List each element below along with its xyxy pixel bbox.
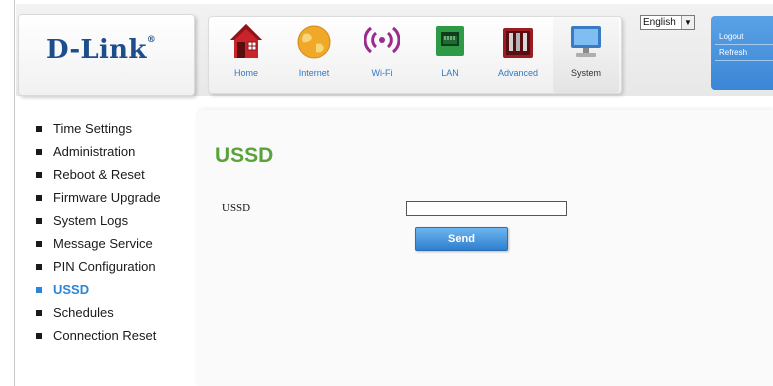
nav-system-label: System	[570, 68, 601, 78]
lan-port-icon	[436, 26, 464, 56]
nav-wifi-label: Wi-Fi	[371, 68, 393, 78]
sidebar-item-label: Administration	[53, 144, 136, 159]
computer-icon	[571, 26, 601, 57]
toolbox-icon	[503, 28, 533, 58]
bullet-icon	[36, 287, 42, 293]
sidebar-item-system-logs[interactable]: System Logs	[35, 213, 161, 236]
globe-icon	[297, 25, 331, 59]
sidebar-item-pin-configuration[interactable]: PIN Configuration	[35, 259, 161, 282]
nav-lan[interactable]: LAN	[417, 17, 483, 93]
ussd-field-label: USSD	[222, 202, 251, 214]
sidebar-item-message-service[interactable]: Message Service	[35, 236, 161, 259]
sidebar-item-label: Reboot & Reset	[53, 167, 145, 182]
sidebar-item-time-settings[interactable]: Time Settings	[35, 121, 161, 144]
sidebar-item-label: PIN Configuration	[53, 259, 156, 274]
logout-link[interactable]: Logout	[719, 32, 743, 41]
sidebar-item-label: USSD	[53, 282, 90, 297]
bullet-icon	[36, 333, 42, 339]
refresh-link[interactable]: Refresh	[719, 48, 747, 57]
dlink-logo: D-Link®	[46, 35, 157, 65]
logo-panel: D-Link®	[18, 14, 195, 96]
page-title: USSD	[215, 144, 274, 167]
bullet-icon	[36, 195, 42, 201]
language-selected-value: English	[643, 17, 676, 28]
page-left-border	[14, 0, 15, 386]
nav-wifi[interactable]: Wi-Fi	[349, 17, 415, 93]
bullet-icon	[36, 172, 42, 178]
sidebar-item-reboot-reset[interactable]: Reboot & Reset	[35, 167, 161, 190]
bullet-icon	[36, 241, 42, 247]
nav-internet-label: Internet	[298, 68, 330, 78]
nav-internet[interactable]: Internet	[281, 17, 347, 93]
wifi-icon	[364, 26, 400, 54]
bullet-icon	[36, 149, 42, 155]
top-navigation: Home Internet Wi-Fi LAN Advanced System	[208, 16, 622, 94]
chevron-down-icon: ▼	[681, 16, 694, 29]
nav-system[interactable]: System	[553, 17, 619, 93]
account-panel: Logout Refresh	[711, 16, 773, 90]
bullet-icon	[36, 310, 42, 316]
sidebar-item-firmware-upgrade[interactable]: Firmware Upgrade	[35, 190, 161, 213]
sidebar-item-label: Connection Reset	[53, 328, 157, 343]
home-icon	[230, 24, 262, 58]
sidebar-item-connection-reset[interactable]: Connection Reset	[35, 328, 161, 351]
sidebar-item-schedules[interactable]: Schedules	[35, 305, 161, 328]
sidebar-item-ussd[interactable]: USSD	[35, 282, 161, 305]
bullet-icon	[36, 218, 42, 224]
bullet-icon	[36, 126, 42, 132]
send-button[interactable]: Send	[415, 227, 508, 251]
nav-lan-label: LAN	[441, 68, 459, 78]
sidebar-menu: Time Settings Administration Reboot & Re…	[35, 121, 161, 351]
nav-advanced[interactable]: Advanced	[485, 17, 551, 93]
sidebar-item-label: Time Settings	[53, 121, 132, 136]
sidebar-item-label: Schedules	[53, 305, 114, 320]
sidebar-item-label: Message Service	[53, 236, 153, 251]
bullet-icon	[36, 264, 42, 270]
sidebar-item-administration[interactable]: Administration	[35, 144, 161, 167]
sidebar-item-label: Firmware Upgrade	[53, 190, 161, 205]
account-divider	[715, 60, 773, 61]
sidebar-item-label: System Logs	[53, 213, 129, 228]
nav-home[interactable]: Home	[213, 17, 279, 93]
account-divider	[715, 44, 773, 45]
nav-advanced-label: Advanced	[497, 68, 539, 78]
nav-home-label: Home	[233, 68, 258, 78]
language-select[interactable]: English ▼	[640, 15, 695, 30]
ussd-input[interactable]	[406, 201, 567, 216]
